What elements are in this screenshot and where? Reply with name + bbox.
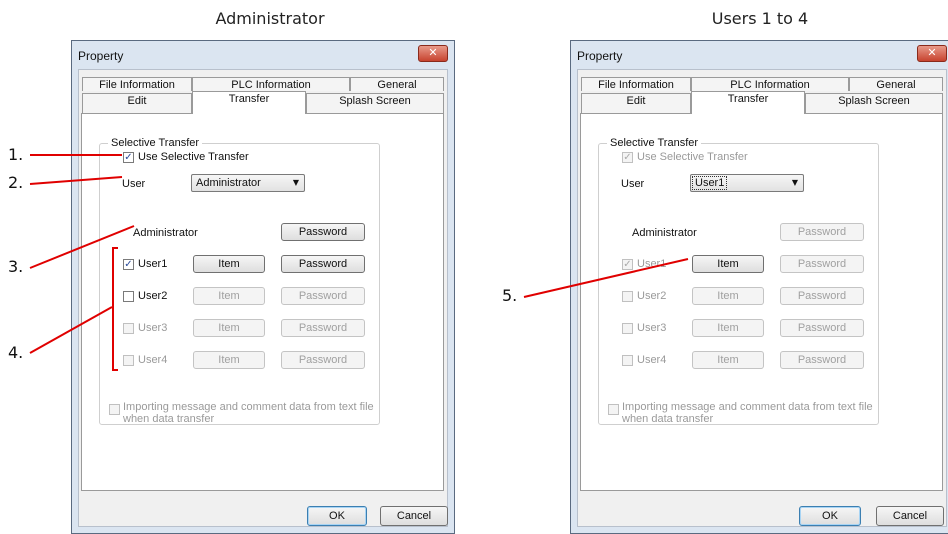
annotation-line-3 bbox=[29, 225, 135, 269]
tab-transfer[interactable]: Transfer bbox=[691, 91, 805, 114]
tab-transfer[interactable]: Transfer bbox=[192, 91, 306, 114]
annotation-line-5 bbox=[523, 258, 689, 298]
annotation-line-4 bbox=[29, 306, 113, 354]
annotation-line-2 bbox=[29, 176, 123, 185]
annotation-lines bbox=[29, 154, 689, 354]
annotation-bracket-users bbox=[112, 247, 118, 371]
